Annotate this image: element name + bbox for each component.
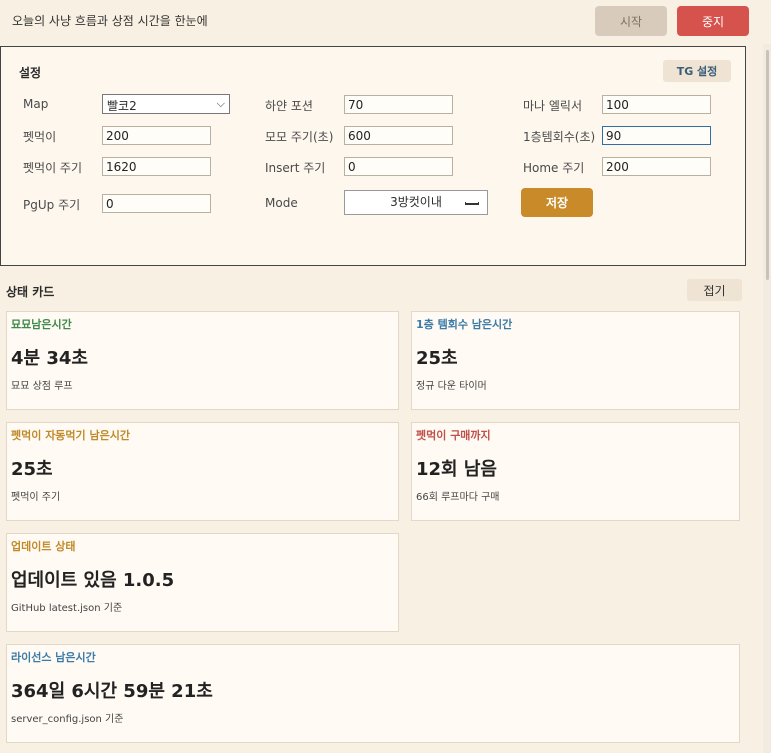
card-title: 라이선스 남은시간 — [11, 651, 96, 664]
pgup-cycle-label: PgUp 주기 — [23, 198, 81, 212]
floor1-temple-label: 1층템회수(초) — [523, 130, 596, 144]
pet-food-label: 펫먹이 — [23, 130, 57, 144]
mode-label: Mode — [265, 196, 298, 210]
card-title: 묘묘남은시간 — [11, 318, 72, 331]
momo-cycle-input[interactable] — [344, 126, 453, 145]
scrollbar-thumb[interactable] — [766, 50, 769, 280]
card-subtitle: 66회 루프마다 구매 — [416, 492, 500, 503]
card-license-remaining: 라이선스 남은시간 364일 6시간 59분 21초 server_config… — [6, 644, 740, 743]
settings-panel: 설정 TG 설정 Map 빨코2 ⌵ 하얀 포션 마나 엘릭서 펫먹이 모모 주… — [0, 46, 746, 266]
mode-select-value: 3방컷이내 — [390, 195, 442, 209]
map-select[interactable]: 빨코2 ⌵ — [102, 94, 230, 114]
map-label: Map — [23, 97, 49, 111]
card-subtitle: 펫먹이 주기 — [11, 492, 61, 503]
card-value: 364일 6시간 59분 21초 — [11, 681, 213, 702]
card-floor1-remaining: 1층 템회수 남은시간 25초 정규 다운 타이머 — [411, 311, 740, 410]
card-momo-remaining: 묘묘남은시간 4분 34초 묘묘 상점 루프 — [6, 311, 399, 410]
save-button[interactable]: 저장 — [521, 188, 593, 217]
white-potion-input[interactable] — [344, 95, 453, 114]
page-subtitle: 오늘의 사냥 흐름과 상점 시간을 한눈에 — [12, 14, 208, 28]
mana-elixir-input[interactable] — [602, 95, 711, 114]
chevron-down-icon: ⌵ — [216, 97, 225, 110]
map-select-value: 빨코2 — [107, 99, 137, 113]
card-update-status: 업데이트 상태 업데이트 있음 1.0.5 GitHub latest.json… — [6, 533, 399, 632]
pet-food-input[interactable] — [102, 126, 211, 145]
card-title: 업데이트 상태 — [11, 540, 76, 553]
insert-cycle-label: Insert 주기 — [265, 161, 326, 175]
card-title: 펫먹이 구매까지 — [416, 429, 491, 442]
card-subtitle: 정규 다운 타이머 — [416, 381, 487, 392]
card-value: 25초 — [11, 459, 53, 480]
white-potion-label: 하얀 포션 — [265, 99, 313, 113]
card-subtitle: 묘묘 상점 루프 — [11, 381, 73, 392]
card-subtitle: server_config.json 기준 — [11, 714, 124, 725]
card-value: 4분 34초 — [11, 348, 88, 369]
momo-cycle-label: 모모 주기(초) — [265, 130, 334, 144]
start-button[interactable]: 시작 — [595, 6, 667, 36]
card-title: 1층 템회수 남은시간 — [416, 318, 513, 331]
tg-settings-button[interactable]: TG 설정 — [663, 60, 731, 82]
floor1-temple-input[interactable] — [602, 126, 711, 145]
stop-button[interactable]: 중지 — [677, 6, 749, 36]
top-bar: 오늘의 사냥 흐름과 상점 시간을 한눈에 시작 중지 — [0, 0, 771, 42]
card-title: 펫먹이 자동먹기 남은시간 — [11, 429, 130, 442]
dropdown-indicator-icon — [465, 202, 479, 205]
card-pet-auto-feed: 펫먹이 자동먹기 남은시간 25초 펫먹이 주기 — [6, 422, 399, 521]
pgup-cycle-input[interactable] — [102, 194, 211, 213]
pet-food-cycle-label: 펫먹이 주기 — [23, 161, 83, 175]
settings-title: 설정 — [19, 66, 42, 80]
card-value: 25초 — [416, 348, 458, 369]
insert-cycle-input[interactable] — [344, 157, 453, 176]
fold-button[interactable]: 접기 — [687, 279, 742, 301]
card-value: 12회 남음 — [416, 459, 497, 480]
card-pet-purchase: 펫먹이 구매까지 12회 남음 66회 루프마다 구매 — [411, 422, 740, 521]
card-subtitle: GitHub latest.json 기준 — [11, 603, 123, 614]
pet-food-cycle-input[interactable] — [102, 157, 211, 176]
mode-select[interactable]: 3방컷이내 — [344, 190, 488, 215]
home-cycle-input[interactable] — [602, 157, 711, 176]
status-cards-title: 상태 카드 — [6, 285, 55, 299]
card-value: 업데이트 있음 1.0.5 — [11, 570, 175, 591]
mana-elixir-label: 마나 엘릭서 — [523, 99, 583, 113]
home-cycle-label: Home 주기 — [523, 161, 585, 175]
